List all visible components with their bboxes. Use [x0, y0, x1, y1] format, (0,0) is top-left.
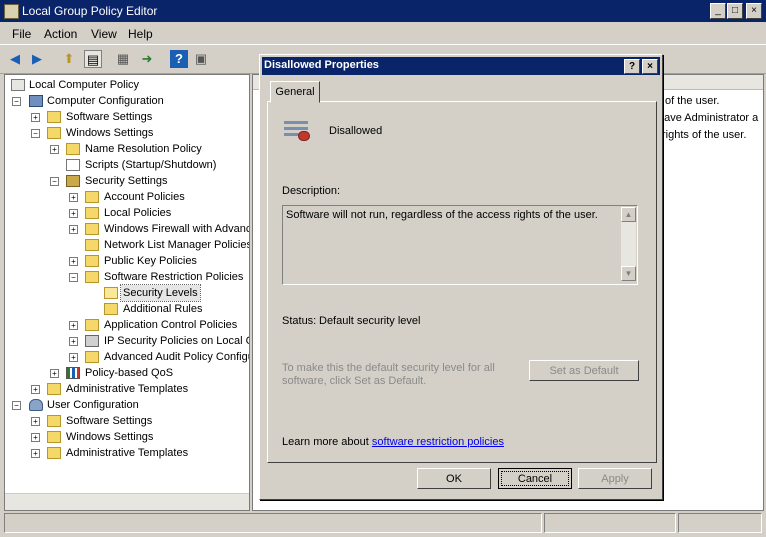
folder-icon — [47, 431, 61, 443]
expand-icon[interactable]: + — [31, 385, 40, 394]
ipsec-icon — [85, 335, 99, 347]
lock-folder-icon — [85, 191, 99, 203]
folder-icon — [85, 223, 99, 235]
security-icon — [66, 175, 80, 187]
minimize-button[interactable]: _ — [710, 3, 726, 19]
expand-icon[interactable]: + — [69, 321, 78, 330]
show-tree-icon[interactable]: ▤ — [84, 50, 102, 68]
scroll-up-icon[interactable]: ▲ — [621, 207, 636, 222]
status-segment — [544, 513, 676, 533]
tree-horizontal-scrollbar[interactable] — [5, 493, 249, 510]
folder-icon — [85, 271, 99, 283]
chart-icon — [66, 367, 80, 379]
properties-dialog: Disallowed Properties ? × General Disall… — [259, 54, 663, 500]
description-box[interactable]: Software will not run, regardless of the… — [282, 205, 638, 285]
policy-icon — [11, 79, 25, 91]
folder-icon — [47, 415, 61, 427]
security-level-icon — [284, 119, 314, 143]
details-text-line: have Administrator a — [658, 112, 759, 124]
learn-more-link[interactable]: software restriction policies — [372, 436, 504, 448]
folder-icon — [47, 447, 61, 459]
status-value: Default security level — [319, 315, 421, 327]
tree-pane: Local Computer Policy − Computer Configu… — [4, 74, 250, 511]
computer-icon — [29, 95, 43, 107]
status-label: Status: — [282, 315, 317, 327]
scroll-down-icon[interactable]: ▼ — [621, 266, 636, 281]
folder-icon — [85, 239, 99, 251]
export-list-icon[interactable]: ➜ — [138, 50, 156, 68]
details-text-line: rights of the user. — [662, 129, 747, 141]
back-arrow-icon[interactable]: ◀ — [6, 50, 24, 68]
folder-icon — [47, 383, 61, 395]
collapse-icon[interactable]: − — [31, 129, 40, 138]
learn-more-text: Learn more about software restriction po… — [282, 436, 504, 448]
details-text-line: of the user. — [665, 95, 720, 107]
close-button[interactable]: × — [746, 3, 762, 19]
scripts-icon — [66, 159, 80, 171]
status-segment — [678, 513, 762, 533]
folder-icon — [47, 127, 61, 139]
description-label: Description: — [282, 185, 341, 197]
expand-icon[interactable]: + — [31, 449, 40, 458]
set-as-default-button[interactable]: Set as Default — [529, 360, 639, 381]
description-scrollbar[interactable]: ▲ ▼ — [621, 207, 636, 281]
user-icon — [29, 399, 43, 411]
expand-icon[interactable]: + — [50, 145, 59, 154]
folder-icon — [85, 255, 99, 267]
menu-action[interactable]: Action — [44, 27, 77, 41]
help-icon[interactable]: ? — [170, 50, 188, 68]
menu-file[interactable]: File — [12, 27, 31, 41]
dialog-help-button[interactable]: ? — [624, 59, 640, 74]
expand-icon[interactable]: + — [31, 433, 40, 442]
collapse-icon[interactable]: − — [12, 97, 21, 106]
dialog-titlebar: Disallowed Properties ? × — [262, 57, 660, 75]
expand-icon[interactable]: + — [69, 209, 78, 218]
learn-more-prefix: Learn more about — [282, 436, 372, 448]
menu-view[interactable]: View — [91, 27, 117, 41]
menu-bar: File Action View Help — [0, 22, 766, 44]
forward-arrow-icon[interactable]: ▶ — [28, 50, 46, 68]
expand-icon[interactable]: + — [69, 193, 78, 202]
expand-icon[interactable]: + — [69, 225, 78, 234]
app-icon — [4, 4, 19, 19]
collapse-icon[interactable]: − — [50, 177, 59, 186]
up-folder-icon[interactable]: ⬆ — [60, 50, 78, 68]
security-level-name: Disallowed — [329, 125, 383, 137]
expand-icon[interactable]: + — [31, 417, 40, 426]
folder-icon — [66, 143, 80, 155]
folder-icon — [85, 319, 99, 331]
dialog-title: Disallowed Properties — [264, 59, 379, 71]
expand-icon[interactable]: + — [69, 257, 78, 266]
expand-icon[interactable]: + — [69, 337, 78, 346]
expand-icon[interactable]: + — [50, 369, 59, 378]
folder-icon — [85, 351, 99, 363]
set-default-hint: To make this the default security level … — [282, 362, 495, 387]
status-segment — [4, 513, 542, 533]
action-pane-icon[interactable]: ▣ — [192, 50, 210, 68]
maximize-button[interactable]: □ — [727, 3, 743, 19]
menu-help[interactable]: Help — [128, 27, 153, 41]
tab-general[interactable]: General — [270, 81, 320, 103]
dialog-close-button[interactable]: × — [642, 59, 658, 74]
expand-icon[interactable]: + — [31, 113, 40, 122]
collapse-icon[interactable]: − — [69, 273, 78, 282]
window-title: Local Group Policy Editor — [22, 4, 158, 18]
ok-button[interactable]: OK — [417, 468, 491, 489]
cancel-button[interactable]: Cancel — [498, 468, 572, 489]
lock-folder-icon — [85, 207, 99, 219]
description-text: Software will not run, regardless of the… — [286, 209, 598, 221]
folder-open-icon — [104, 287, 118, 299]
status-bar — [0, 511, 766, 537]
collapse-icon[interactable]: − — [12, 401, 21, 410]
folder-icon — [104, 303, 118, 315]
window-titlebar: Local Group Policy Editor _ □ × — [0, 0, 766, 22]
expand-icon[interactable]: + — [69, 353, 78, 362]
properties-icon[interactable]: ▦ — [114, 50, 132, 68]
apply-button[interactable]: Apply — [578, 468, 652, 489]
folder-icon — [47, 111, 61, 123]
